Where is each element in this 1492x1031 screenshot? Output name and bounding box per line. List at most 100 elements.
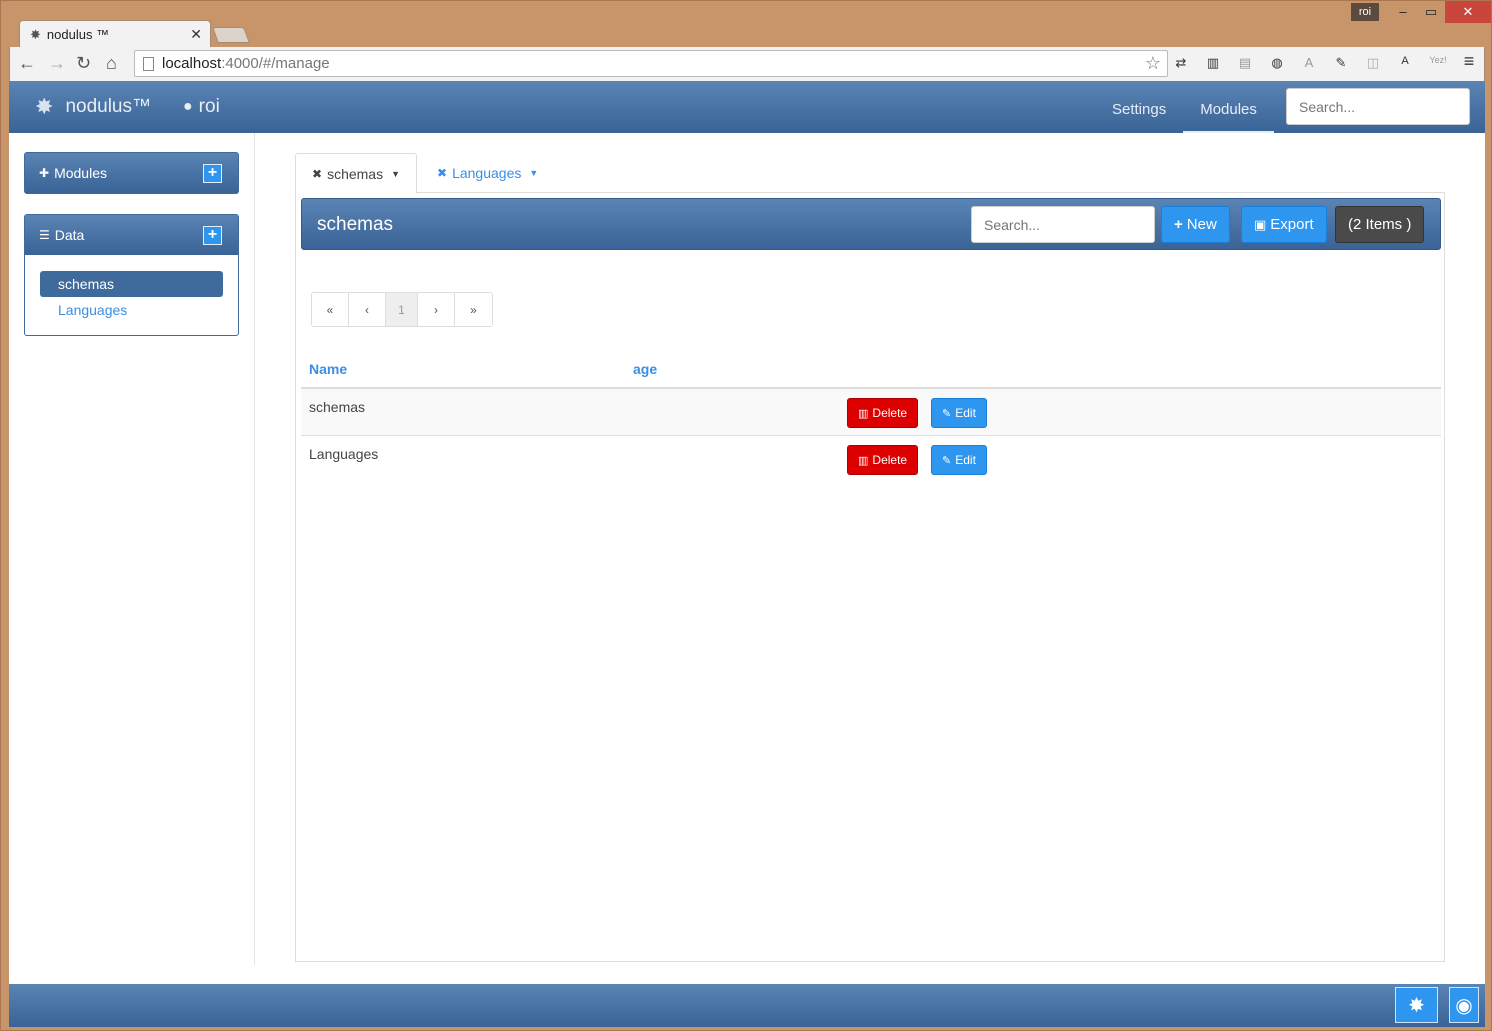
browser-tab-title: nodulus ™: [46, 27, 110, 42]
new-button-label: New: [1186, 216, 1217, 233]
data-panel-header[interactable]: ☰ Data +: [25, 215, 238, 255]
delete-label: Delete: [872, 453, 908, 467]
github-icon[interactable]: ◉: [1449, 987, 1479, 1023]
delete-button[interactable]: ▥ Delete: [847, 445, 919, 475]
browser-window: ✸ nodulus ™ ✕ roi – ▭ ✕ ← → ↻ ⌂ localhos…: [0, 0, 1492, 1031]
browser-toolbar: ← → ↻ ⌂ localhost:4000/#/manage ☆ ⇄ ▥ ▤ …: [9, 47, 1485, 81]
add-module-button[interactable]: +: [203, 164, 222, 183]
forward-icon[interactable]: →: [48, 53, 66, 74]
nav-search-input[interactable]: [1286, 88, 1470, 125]
delete-button[interactable]: ▥ Delete: [847, 398, 919, 428]
address-bar[interactable]: localhost:4000/#/manage ☆: [134, 50, 1168, 77]
extension-icon[interactable]: A: [1396, 55, 1414, 67]
export-button[interactable]: ▣ Export: [1241, 206, 1327, 243]
cell-name: Languages: [309, 446, 379, 462]
add-collection-button[interactable]: +: [203, 226, 222, 245]
sidebar-item-schemas[interactable]: schemas: [40, 271, 223, 297]
edit-label: Edit: [955, 453, 976, 467]
caret-down-icon[interactable]: ▼: [529, 168, 538, 178]
cell-name: schemas: [309, 399, 366, 415]
app-root: ✸ nodulus™ ● roi Settings Modules ✚ Modu…: [9, 81, 1485, 1027]
trash-icon: ▥: [858, 407, 869, 420]
octopus-favicon-icon: ✸: [30, 26, 41, 42]
tab-close-icon[interactable]: ✖: [437, 166, 447, 180]
pagination: « ‹ 1 › »: [311, 292, 493, 327]
file-export-icon: ▣: [1254, 216, 1267, 232]
minimize-icon[interactable]: –: [1389, 1, 1417, 23]
next-page-button[interactable]: ›: [418, 293, 455, 326]
new-button[interactable]: + New: [1161, 206, 1230, 243]
puzzle-icon: ✚: [39, 166, 50, 180]
export-button-label: Export: [1270, 216, 1314, 233]
edit-button[interactable]: ✎ Edit: [931, 398, 987, 428]
menu-icon[interactable]: ≡: [1460, 51, 1478, 72]
modules-panel-title: Modules: [54, 165, 107, 181]
main-area: ✖ schemas ▼ ✖ Languages ▼ schemas + New: [295, 153, 1445, 962]
last-page-button[interactable]: »: [455, 293, 492, 326]
extension-icon[interactable]: ⇄: [1172, 55, 1190, 71]
browser-tab[interactable]: ✸ nodulus ™ ✕: [19, 20, 211, 48]
extension-icon[interactable]: ▥: [1204, 55, 1222, 71]
home-icon[interactable]: ⌂: [106, 53, 117, 74]
footer-bar: ✸ ◉: [9, 984, 1485, 1027]
collection-content: schemas + New ▣ Export (2 Items ) « ‹: [295, 193, 1445, 962]
prev-page-button[interactable]: ‹: [349, 293, 386, 326]
sidebar: ✚ Modules + ☰ Data + schemas Languages: [9, 133, 255, 965]
tab-label: Languages: [452, 165, 522, 181]
bookmark-star-icon[interactable]: ☆: [1145, 53, 1161, 74]
items-count-button[interactable]: (2 Items ): [1335, 206, 1425, 243]
page-icon: [143, 56, 154, 71]
first-page-button[interactable]: «: [312, 293, 349, 326]
tab-close-icon[interactable]: ✕: [190, 26, 202, 43]
brand[interactable]: ✸ nodulus™ ● roi: [35, 94, 220, 120]
collection-tabs: ✖ schemas ▼ ✖ Languages ▼: [295, 153, 1445, 194]
nav-links: Settings Modules: [1095, 81, 1274, 133]
title-bar: ✸ nodulus ™ ✕ roi – ▭ ✕: [1, 1, 1492, 48]
nav-modules[interactable]: Modules: [1183, 81, 1274, 133]
trash-icon: ▥: [858, 454, 869, 467]
grid-search-input[interactable]: [971, 206, 1155, 243]
tab-label: schemas: [327, 165, 384, 182]
caret-down-icon[interactable]: ▼: [391, 169, 400, 179]
data-panel-title: Data: [54, 227, 85, 243]
extension-icon[interactable]: Yez!: [1426, 55, 1450, 65]
tab-schemas[interactable]: ✖ schemas ▼: [295, 153, 418, 194]
modules-panel-header[interactable]: ✚ Modules +: [25, 153, 238, 193]
edit-button[interactable]: ✎ Edit: [931, 445, 987, 475]
table-row: Languages ▥ Delete ✎ Edit: [301, 436, 1441, 483]
extension-icon[interactable]: ◫: [1364, 55, 1382, 71]
close-window-icon[interactable]: ✕: [1445, 1, 1491, 23]
column-header-age[interactable]: age: [633, 361, 657, 377]
new-tab-button[interactable]: [212, 27, 250, 43]
grid-header-bar: schemas + New ▣ Export (2 Items ): [301, 198, 1441, 250]
extension-icon[interactable]: ▤: [1236, 55, 1254, 71]
user-icon: ●: [183, 98, 193, 115]
octopus-icon[interactable]: ✸: [1395, 987, 1438, 1023]
edit-label: Edit: [955, 406, 976, 420]
table-row: schemas ▥ Delete ✎ Edit: [301, 389, 1441, 436]
user-name[interactable]: roi: [199, 96, 220, 118]
maximize-icon[interactable]: ▭: [1417, 1, 1445, 23]
sidebar-item-languages[interactable]: Languages: [40, 297, 223, 323]
nav-settings[interactable]: Settings: [1095, 81, 1183, 133]
back-icon[interactable]: ←: [18, 53, 36, 74]
column-header-name[interactable]: Name: [309, 361, 347, 377]
database-icon: ☰: [39, 228, 50, 242]
current-page: 1: [386, 293, 418, 326]
extension-icon[interactable]: ◍: [1268, 55, 1286, 71]
edit-icon: ✎: [942, 407, 952, 420]
tab-close-icon[interactable]: ✖: [312, 167, 322, 181]
delete-label: Delete: [872, 406, 908, 420]
reload-icon[interactable]: ↻: [76, 53, 91, 74]
modules-panel: ✚ Modules +: [24, 152, 239, 194]
octopus-logo-icon: ✸: [35, 94, 54, 119]
window-user-badge: roi: [1351, 3, 1379, 21]
extension-icon[interactable]: ✎: [1332, 55, 1350, 71]
data-panel-body: schemas Languages: [25, 255, 238, 335]
extension-icon[interactable]: A: [1300, 55, 1318, 70]
plus-icon: +: [1174, 216, 1183, 233]
tab-languages[interactable]: ✖ Languages ▼: [421, 153, 554, 193]
url-host: localhost: [162, 55, 222, 72]
table-header: Name age: [301, 351, 1441, 389]
data-panel: ☰ Data + schemas Languages: [24, 214, 239, 336]
